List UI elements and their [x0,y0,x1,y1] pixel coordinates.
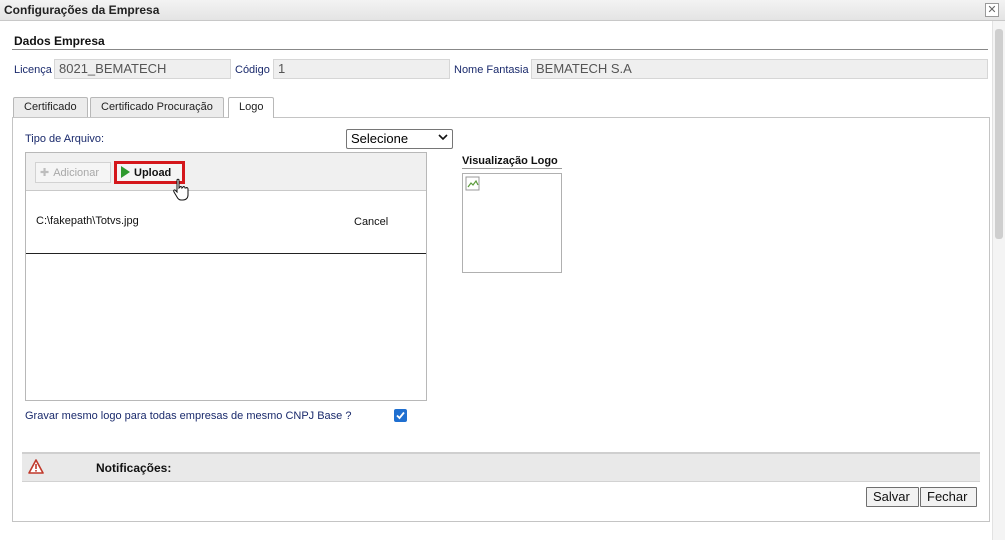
code-field[interactable]: 1 [273,59,450,79]
warning-icon [28,459,44,474]
same-logo-label: Gravar mesmo logo para todas empresas de… [25,410,352,422]
file-type-select[interactable]: Selecione [346,129,453,149]
trade-name-field[interactable]: BEMATECH S.A [531,59,988,79]
notifications-label: Notificações: [96,461,172,475]
broken-image-icon [465,176,480,191]
checkmark-icon [396,411,405,420]
close-icon[interactable]: ✕ [985,3,999,17]
logo-preview [462,173,562,273]
file-type-selected: Selecione [351,131,409,146]
tab-certificado[interactable]: Certificado [13,97,88,117]
file-type-label: Tipo de Arquivo: [25,133,105,145]
tab-certificado-procuracao[interactable]: Certificado Procuração [90,97,224,117]
plus-icon: ✚ [40,167,50,179]
tab-logo[interactable]: Logo [228,97,275,118]
license-label: Licença [14,64,52,76]
hand-cursor-icon [173,178,189,201]
save-button[interactable]: Salvar [866,487,919,507]
close-button[interactable]: Fechar [920,487,977,507]
vertical-scrollbar[interactable] [992,21,1005,540]
preview-title: Visualização Logo [462,155,562,169]
add-file-button[interactable]: ✚ Adicionar [35,162,111,183]
add-file-label: Adicionar [53,167,100,179]
section-title-company: Dados Empresa [14,34,105,48]
license-field[interactable]: 8021_BEMATECH [54,59,231,79]
play-icon [121,166,130,178]
same-logo-checkbox[interactable] [394,409,407,422]
code-label: Código [235,64,270,76]
scrollbar-thumb[interactable] [995,29,1003,239]
window-titlebar: Configurações da Empresa ✕ [0,0,1005,21]
cancel-upload-link[interactable]: Cancel [354,216,388,228]
file-uploader: ✚ Adicionar Upload C:\fakepath\Totvs.jpg … [25,152,427,401]
chevron-down-icon [438,132,448,145]
file-row-divider [26,253,426,254]
file-path: C:\fakepath\Totvs.jpg [36,215,139,227]
trade-name-label: Nome Fantasia [454,64,529,76]
upload-label: Upload [134,167,172,179]
section-divider [12,49,988,50]
notifications-bar: Notificações: [22,452,980,482]
window-title: Configurações da Empresa [4,3,160,17]
uploader-toolbar: ✚ Adicionar Upload [26,153,426,191]
